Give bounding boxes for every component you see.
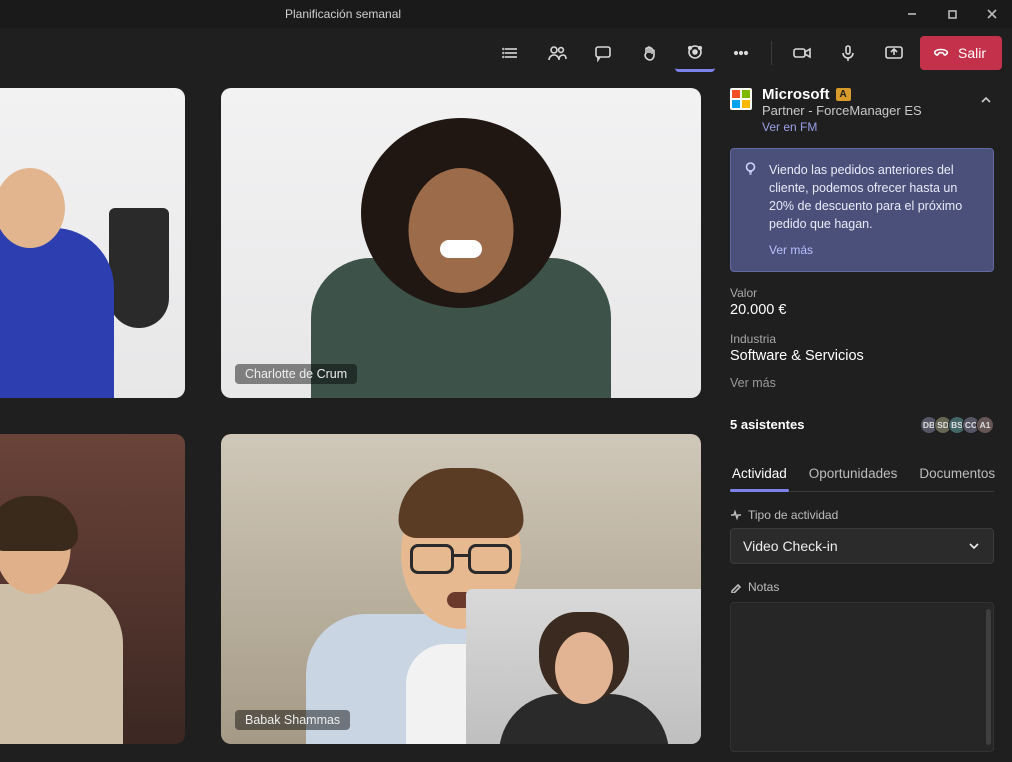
leave-button-label: Salir	[958, 45, 986, 61]
video-grid: Charlotte de Crum	[0, 78, 720, 762]
attendee-avatars[interactable]: DB SD BS CC A1	[924, 416, 994, 434]
participants-list-icon[interactable]	[491, 35, 531, 71]
participant-tile[interactable]	[0, 434, 185, 744]
toolbar-separator	[771, 41, 772, 65]
breakout-rooms-icon[interactable]	[675, 34, 715, 72]
collapse-panel-icon[interactable]	[978, 92, 994, 113]
window-close-button[interactable]	[972, 0, 1012, 28]
tip-more-link[interactable]: Ver más	[769, 242, 979, 259]
company-name: Microsoft	[762, 86, 830, 103]
rating-badge: A	[836, 88, 851, 101]
value-label: Valor	[730, 286, 994, 300]
lightbulb-icon	[743, 161, 758, 181]
insight-tip: Viendo las pedidos anteriores del client…	[730, 148, 994, 272]
notes-icon	[730, 581, 742, 593]
chat-icon[interactable]	[583, 35, 623, 71]
window-minimize-button[interactable]	[892, 0, 932, 28]
company-subtitle: Partner - ForceManager ES	[762, 103, 922, 118]
avatar[interactable]: A1	[976, 416, 994, 434]
notes-textarea[interactable]	[730, 602, 994, 752]
window-maximize-button[interactable]	[932, 0, 972, 28]
view-in-fm-link[interactable]: Ver en FM	[762, 120, 922, 134]
tab-opportunities[interactable]: Oportunidades	[807, 458, 900, 491]
participant-tile[interactable]: Babak Shammas	[221, 434, 701, 744]
attendees-count: 5 asistentes	[730, 417, 804, 432]
titlebar: Planificación semanal	[0, 0, 1012, 28]
meeting-toolbar: Salir	[0, 28, 1012, 78]
window-title: Planificación semanal	[285, 7, 401, 21]
panel-tabs: Actividad Oportunidades Documentos	[730, 458, 994, 492]
participant-name: Babak Shammas	[235, 710, 350, 730]
chevron-down-icon	[967, 539, 981, 553]
participant-tile[interactable]: Charlotte de Crum	[221, 88, 701, 398]
participant-tile[interactable]	[0, 88, 185, 398]
activity-type-value: Video Check-in	[743, 538, 838, 554]
main-area: Charlotte de Crum	[0, 78, 1012, 762]
more-actions-icon[interactable]	[721, 35, 761, 71]
raise-hand-icon[interactable]	[629, 35, 669, 71]
microsoft-logo-icon	[730, 88, 752, 110]
details-more-link[interactable]: Ver más	[730, 376, 776, 390]
tab-documents[interactable]: Documentos	[917, 458, 997, 491]
share-screen-icon[interactable]	[874, 35, 914, 71]
company-header: Microsoft A Partner - ForceManager ES Ve…	[730, 86, 994, 134]
tip-text: Viendo las pedidos anteriores del client…	[769, 163, 962, 231]
activity-type-select[interactable]: Video Check-in	[730, 528, 994, 564]
tab-activity[interactable]: Actividad	[730, 458, 789, 491]
leave-button[interactable]: Salir	[920, 36, 1002, 70]
camera-icon[interactable]	[782, 35, 822, 71]
people-icon[interactable]	[537, 35, 577, 71]
self-view-pip[interactable]	[466, 589, 701, 744]
activity-type-icon	[730, 509, 742, 521]
participant-name: Charlotte de Crum	[235, 364, 357, 384]
value-amount: 20.000 €	[730, 302, 994, 318]
scrollbar[interactable]	[986, 609, 991, 745]
activity-type-label: Tipo de actividad	[730, 508, 994, 522]
microphone-icon[interactable]	[828, 35, 868, 71]
notes-label: Notas	[730, 580, 994, 594]
industry-label: Industria	[730, 332, 994, 346]
side-panel: Microsoft A Partner - ForceManager ES Ve…	[720, 78, 1012, 762]
industry-value: Software & Servicios	[730, 348, 994, 364]
